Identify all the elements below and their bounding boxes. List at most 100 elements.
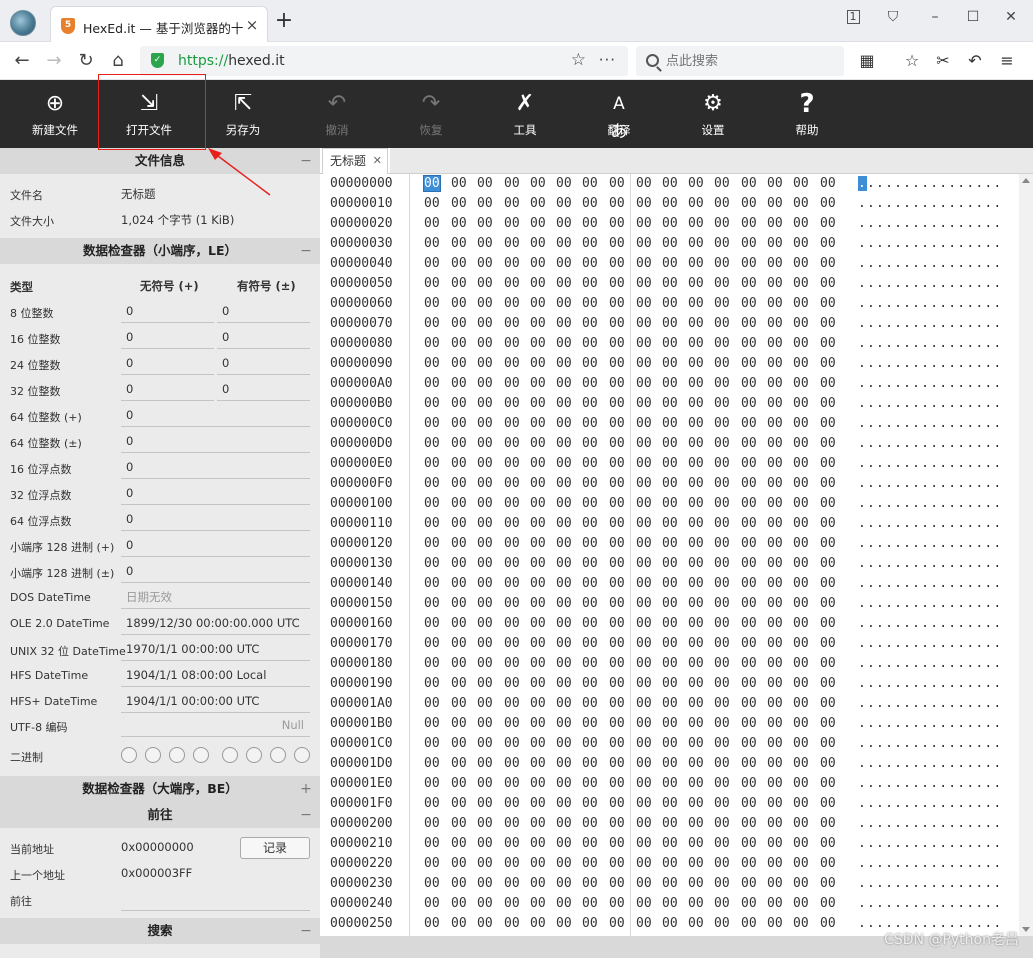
hex-byte[interactable]: 00 [820,856,836,871]
hex-byte[interactable]: 00 [477,236,493,251]
hex-byte[interactable]: 00 [556,816,572,831]
hex-byte[interactable]: 00 [582,696,598,711]
hex-byte[interactable]: 00 [556,696,572,711]
hex-byte[interactable]: 00 [582,256,598,271]
hex-byte[interactable]: 00 [767,776,783,791]
hex-byte[interactable]: 00 [424,296,440,311]
hex-byte[interactable]: 00 [767,316,783,331]
hex-byte[interactable]: 00 [741,916,757,931]
hex-byte[interactable]: 00 [714,456,730,471]
hex-byte[interactable]: 00 [741,756,757,771]
search-section-header[interactable]: 搜索 − [0,918,320,944]
hex-byte[interactable]: 00 [741,896,757,911]
hex-byte[interactable]: 00 [688,616,704,631]
hex-byte[interactable]: 00 [477,556,493,571]
hex-byte[interactable]: 00 [793,836,809,851]
hex-byte[interactable]: 00 [530,276,546,291]
hex-byte[interactable]: 00 [767,896,783,911]
hex-byte[interactable]: 00 [582,496,598,511]
hex-byte[interactable]: 00 [609,416,625,431]
ascii-column[interactable]: ................ [858,616,1002,631]
hex-byte[interactable]: 00 [530,696,546,711]
hex-byte[interactable]: 00 [582,436,598,451]
hex-byte[interactable]: 00 [451,916,467,931]
ascii-column[interactable]: ................ [858,476,1002,491]
binary-bit-radio[interactable] [193,747,209,763]
hex-byte[interactable]: 00 [793,176,809,191]
hex-byte[interactable]: 00 [688,516,704,531]
collapse-minus-icon[interactable]: − [300,802,312,828]
hex-byte[interactable]: 00 [688,256,704,271]
ascii-column[interactable]: ................ [858,776,1002,791]
hex-byte[interactable]: 00 [820,616,836,631]
hex-byte[interactable]: 00 [741,516,757,531]
hex-byte[interactable]: 00 [714,176,730,191]
hex-byte[interactable]: 00 [424,376,440,391]
window-close-icon[interactable]: ✕ [1000,6,1022,28]
hex-byte[interactable]: 00 [609,236,625,251]
hex-byte[interactable]: 00 [688,916,704,931]
hex-byte[interactable]: 00 [530,856,546,871]
hex-byte[interactable]: 00 [636,476,652,491]
hex-byte[interactable]: 00 [556,556,572,571]
hex-byte[interactable]: 00 [688,716,704,731]
hex-byte[interactable]: 00 [530,376,546,391]
hex-byte[interactable]: 00 [504,916,520,931]
hex-byte[interactable]: 00 [662,516,678,531]
hex-byte[interactable]: 00 [477,876,493,891]
hex-byte[interactable]: 00 [688,856,704,871]
hex-byte[interactable]: 00 [530,776,546,791]
favorites-list-icon[interactable]: ☆ [900,49,924,73]
hex-byte[interactable]: 00 [424,236,440,251]
hex-byte[interactable]: 00 [714,836,730,851]
ascii-column[interactable]: ................ [858,596,1002,611]
hex-byte[interactable]: 00 [820,456,836,471]
more-dots-icon[interactable]: ··· [599,51,616,69]
hex-byte[interactable]: 00 [582,856,598,871]
hex-byte[interactable]: 00 [767,556,783,571]
hex-byte[interactable]: 00 [820,176,836,191]
hex-byte[interactable]: 00 [793,196,809,211]
hex-byte[interactable]: 00 [820,876,836,891]
hex-byte[interactable]: 00 [477,616,493,631]
hex-byte[interactable]: 00 [504,336,520,351]
hex-byte[interactable]: 00 [688,596,704,611]
hex-byte[interactable]: 00 [714,776,730,791]
hex-byte[interactable]: 00 [793,436,809,451]
hex-byte[interactable]: 00 [504,396,520,411]
hex-byte[interactable]: 00 [662,596,678,611]
hex-byte[interactable]: 00 [793,896,809,911]
hex-byte[interactable]: 00 [714,476,730,491]
hex-byte[interactable]: 00 [767,516,783,531]
hex-byte[interactable]: 00 [609,856,625,871]
hex-byte[interactable]: 00 [688,316,704,331]
hex-byte[interactable]: 00 [530,656,546,671]
hex-byte[interactable]: 00 [767,196,783,211]
hex-byte[interactable]: 00 [793,916,809,931]
hex-byte[interactable]: 00 [688,896,704,911]
hex-byte[interactable]: 00 [424,576,440,591]
hex-byte[interactable]: 00 [636,576,652,591]
hex-byte[interactable]: 00 [636,816,652,831]
hex-byte[interactable]: 00 [451,256,467,271]
ascii-column[interactable]: ................ [858,376,1002,391]
hex-byte[interactable]: 00 [609,776,625,791]
hex-byte[interactable]: 00 [477,536,493,551]
hex-byte[interactable]: 00 [530,516,546,531]
hex-byte[interactable]: 00 [741,636,757,651]
hex-byte[interactable]: 00 [451,216,467,231]
hex-byte[interactable]: 00 [741,776,757,791]
hex-byte[interactable]: 00 [820,756,836,771]
hex-byte[interactable]: 00 [636,616,652,631]
hex-byte[interactable]: 00 [767,616,783,631]
hex-byte[interactable]: 00 [530,336,546,351]
hex-byte[interactable]: 00 [530,796,546,811]
hex-byte[interactable]: 00 [714,676,730,691]
hex-byte[interactable]: 00 [609,716,625,731]
hex-byte[interactable]: 00 [556,416,572,431]
hex-byte[interactable]: 00 [556,356,572,371]
hex-byte[interactable]: 00 [504,896,520,911]
hex-byte[interactable]: 00 [741,176,757,191]
hex-byte[interactable]: 00 [714,356,730,371]
hex-byte[interactable]: 00 [741,496,757,511]
